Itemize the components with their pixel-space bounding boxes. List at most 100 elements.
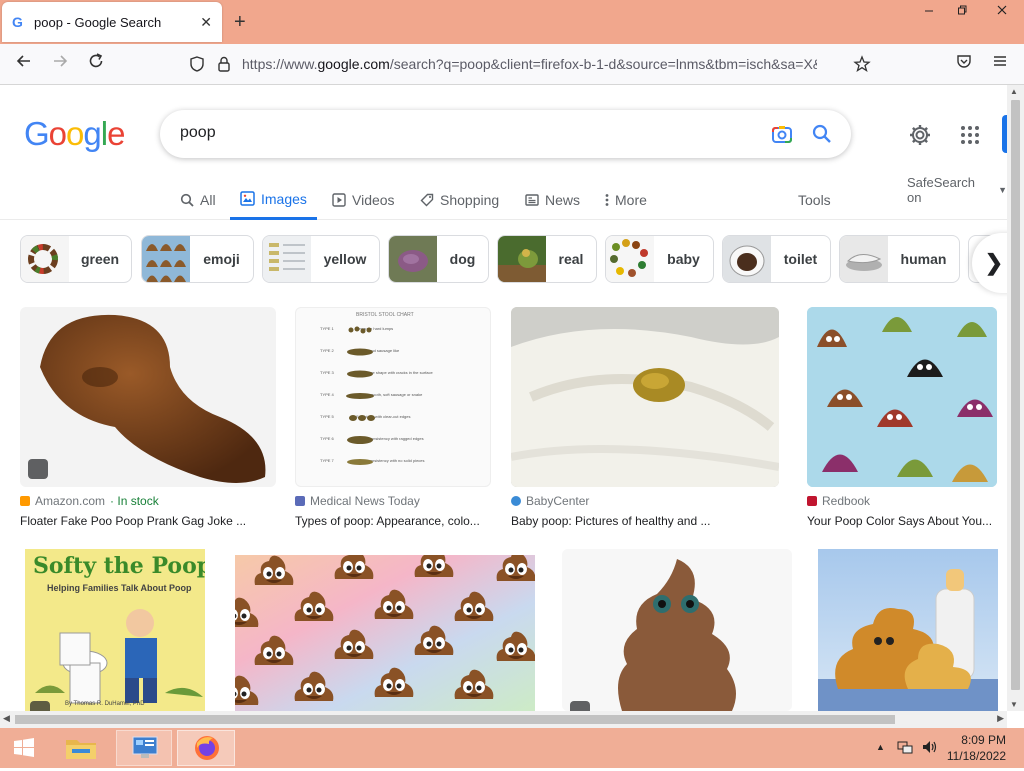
apps-grid-icon[interactable] [960,125,980,150]
result-card[interactable]: Amazon.com · In stock Floater Fake Poo P… [20,307,276,528]
chip-baby[interactable]: baby [605,235,714,283]
browser-tab[interactable]: G poop - Google Search ✕ [2,2,222,42]
bookmark-star-icon[interactable] [853,55,871,78]
tab-images[interactable]: Images [230,180,317,220]
browser-navbar: https://www.google.com/search?q=poop&cli… [0,44,1024,85]
mnt-favicon-icon [295,496,305,506]
volume-icon[interactable] [921,739,939,760]
windows-start-icon[interactable] [6,730,42,766]
result-title[interactable]: Your Poop Color Says About You... [807,514,997,528]
windows-taskbar: ▲ 8:09 PM 11/18/2022 [0,728,1024,768]
search-icon[interactable] [811,123,833,150]
chip-green[interactable]: green [20,235,132,283]
amazon-favicon-icon [20,496,30,506]
lock-icon[interactable] [216,55,232,78]
tag-icon [420,193,434,207]
result-source[interactable]: Medical News Today [295,494,420,508]
result-card[interactable] [235,555,535,711]
book-subtitle: Helping Families Talk About Poop [47,583,192,593]
scroll-right-icon[interactable]: ▶ [997,713,1004,724]
play-icon [332,193,346,207]
chip-thumbnail [840,236,888,282]
chip-toilet[interactable]: toilet [722,235,831,283]
kebab-icon [605,194,609,206]
control-panel-icon[interactable] [116,730,172,766]
tab-shopping[interactable]: Shopping [420,180,499,220]
book-title: Softy the Poop [33,553,205,579]
url-text[interactable]: https://www.google.com/search?q=poop&cli… [242,56,817,72]
new-tab-button[interactable]: + [234,10,246,34]
result-card[interactable]: Redbook Your Poop Color Says About You..… [807,307,997,528]
horizontal-scrollbar[interactable]: ◀ ▶ [0,711,1007,728]
caret-down-icon: ▼ [998,185,1007,195]
pocket-icon[interactable] [952,52,976,76]
restore-icon[interactable] [947,0,977,22]
search-box[interactable]: poop [160,110,851,158]
result-title[interactable]: Floater Fake Poo Poop Prank Gag Joke ... [20,514,276,528]
hamburger-menu-icon[interactable] [988,52,1012,76]
file-explorer-icon[interactable] [60,730,102,766]
chip-thumbnail [498,236,546,282]
result-image[interactable]: BRISTOL STOOL CHART TYPE 1 Separate hard… [295,307,491,487]
tools-button[interactable]: Tools [798,180,831,220]
chip-thumbnail [263,236,311,282]
chip-emoji[interactable]: emoji [141,235,254,283]
safesearch-toggle[interactable]: SafeSearch on ▼ [907,170,1007,210]
chip-dog[interactable]: dog [388,235,489,283]
close-tab-icon[interactable]: ✕ [200,14,212,31]
search-input[interactable]: poop [180,124,216,142]
result-source[interactable]: Redbook [807,494,870,508]
result-title[interactable]: Types of poop: Appearance, colo... [295,514,491,528]
camera-lens-icon[interactable] [771,123,793,150]
scroll-down-icon[interactable]: ▼ [1010,700,1018,709]
minimize-icon[interactable] [914,0,944,22]
tab-all[interactable]: All [180,180,216,220]
back-arrow-icon[interactable] [12,52,36,76]
search-tabs: All Images Videos Shopping News More Too… [0,175,1007,220]
book-author: By Thomas R. DuHamel, PhD [65,701,145,707]
chip-real[interactable]: real [497,235,597,283]
reload-icon[interactable] [84,52,108,76]
forward-arrow-icon[interactable] [48,52,72,76]
scroll-left-icon[interactable]: ◀ [3,713,10,724]
tracking-shield-icon[interactable] [188,55,206,78]
result-image[interactable] [818,549,998,711]
result-card[interactable]: Softy the Poop Helping Families Talk Abo… [25,549,205,711]
image-icon [240,191,255,206]
horizontal-scroll-thumb[interactable] [15,715,895,724]
firefox-taskbar-icon[interactable] [177,730,235,766]
result-image[interactable] [20,307,276,487]
result-image[interactable] [562,549,792,711]
result-image[interactable] [511,307,779,487]
vertical-scroll-thumb[interactable] [1011,100,1020,690]
result-card[interactable]: BabyCenter Baby poop: Pictures of health… [511,307,779,528]
scroll-up-icon[interactable]: ▲ [1010,87,1018,96]
result-card[interactable]: BRISTOL STOOL CHART TYPE 1 Separate hard… [295,307,491,528]
result-card[interactable] [562,549,792,711]
chip-thumbnail [142,236,190,282]
tab-videos[interactable]: Videos [332,180,395,220]
result-source[interactable]: BabyCenter [511,494,589,508]
result-image[interactable] [235,555,535,711]
google-favicon-icon: G [12,14,23,30]
babycenter-favicon-icon [511,496,521,506]
close-window-icon[interactable] [980,0,1024,22]
chip-human[interactable]: human [839,235,960,283]
search-icon [180,193,194,207]
system-clock[interactable]: 8:09 PM 11/18/2022 [947,732,1006,764]
network-icon[interactable] [897,739,913,760]
settings-gear-icon[interactable] [908,123,932,152]
chip-yellow[interactable]: yellow [262,235,380,283]
google-logo[interactable]: Google [24,115,125,153]
vertical-scrollbar[interactable]: ▲ ▼ [1007,85,1024,711]
result-card[interactable] [818,549,998,711]
result-image[interactable]: Softy the Poop Helping Families Talk Abo… [25,549,205,711]
tray-expand-icon[interactable]: ▲ [876,742,885,752]
tab-more[interactable]: More [605,180,647,220]
chip-thumbnail [21,236,69,282]
result-source[interactable]: Amazon.com · In stock [20,494,159,508]
tab-news[interactable]: News [525,180,580,220]
result-title[interactable]: Baby poop: Pictures of healthy and ... [511,514,779,528]
result-image[interactable] [807,307,997,487]
url-bar[interactable]: https://www.google.com/search?q=poop&cli… [180,49,880,80]
